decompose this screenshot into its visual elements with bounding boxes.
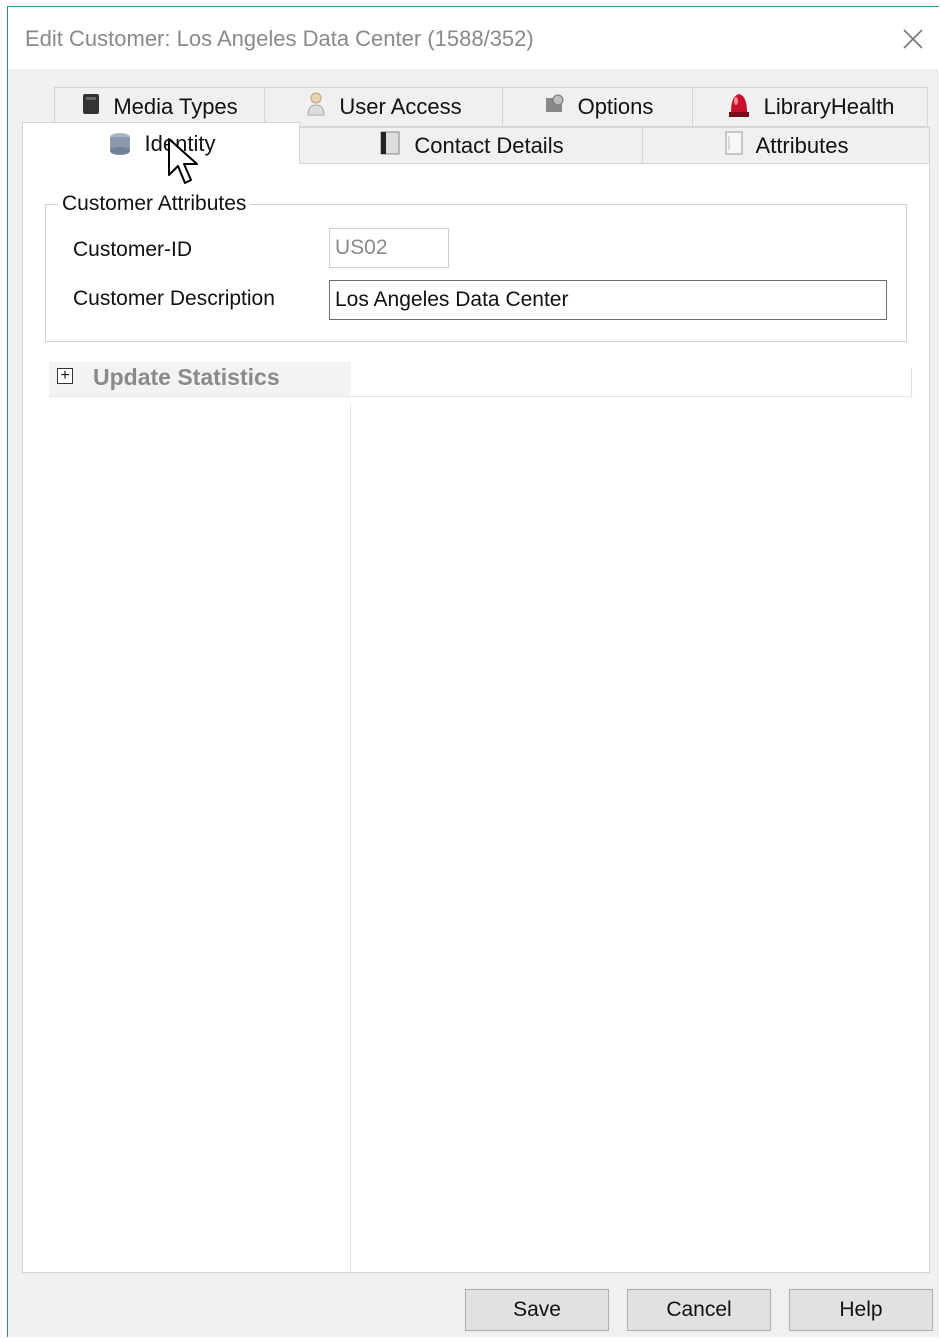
tab-libraryhealth[interactable]: LibraryHealth (692, 87, 928, 127)
tab-media-types[interactable]: Media Types (54, 87, 265, 127)
close-button[interactable] (895, 21, 931, 57)
tab-user-access[interactable]: User Access (264, 87, 503, 127)
update-statistics-title: Update Statistics (93, 364, 280, 390)
tab-attributes[interactable]: Attributes (642, 127, 930, 165)
alarm-light-icon (726, 90, 752, 124)
server-icon (107, 131, 133, 163)
tab-label: User Access (339, 94, 462, 119)
tab-label: Options (577, 94, 654, 119)
address-book-icon (378, 130, 402, 162)
customer-attributes-group: Customer Attributes Customer-ID US02 Cus… (45, 192, 907, 342)
mouse-cursor-icon (168, 138, 198, 184)
update-statistics-header: + Update Statistics (49, 362, 913, 397)
tab-options[interactable]: Options (502, 87, 693, 127)
tab-label: LibraryHealth (763, 94, 895, 119)
window-title: Edit Customer: Los Angeles Data Center (… (25, 26, 534, 51)
customer-id-field: US02 (329, 228, 449, 268)
tab-identity[interactable]: Identity (22, 122, 300, 164)
user-icon (305, 91, 327, 123)
save-button[interactable]: Save (465, 1289, 609, 1331)
document-icon (724, 130, 744, 162)
customer-description-field[interactable]: Los Angeles Data Center (329, 280, 887, 320)
help-button[interactable]: Help (789, 1289, 933, 1331)
tab-label: Contact Details (414, 133, 564, 158)
panel-splitter[interactable] (350, 404, 351, 1272)
tab-label: Attributes (755, 133, 849, 158)
expand-toggle[interactable]: + (57, 368, 73, 384)
edit-customer-dialog: Edit Customer: Los Angeles Data Center (… (7, 6, 939, 1337)
close-icon (903, 29, 923, 49)
group-title: Customer Attributes (58, 192, 251, 216)
title-bar: Edit Customer: Los Angeles Data Center (… (8, 7, 939, 69)
media-box-icon (81, 92, 101, 122)
customer-description-label: Customer Description (73, 287, 275, 310)
tab-label: Media Types (113, 94, 238, 119)
options-icon (542, 92, 566, 122)
customer-id-label: Customer-ID (73, 238, 193, 261)
tab-contact-details[interactable]: Contact Details (299, 127, 643, 165)
identity-tab-panel: Customer Attributes Customer-ID US02 Cus… (22, 163, 930, 1273)
cancel-button[interactable]: Cancel (627, 1289, 771, 1331)
